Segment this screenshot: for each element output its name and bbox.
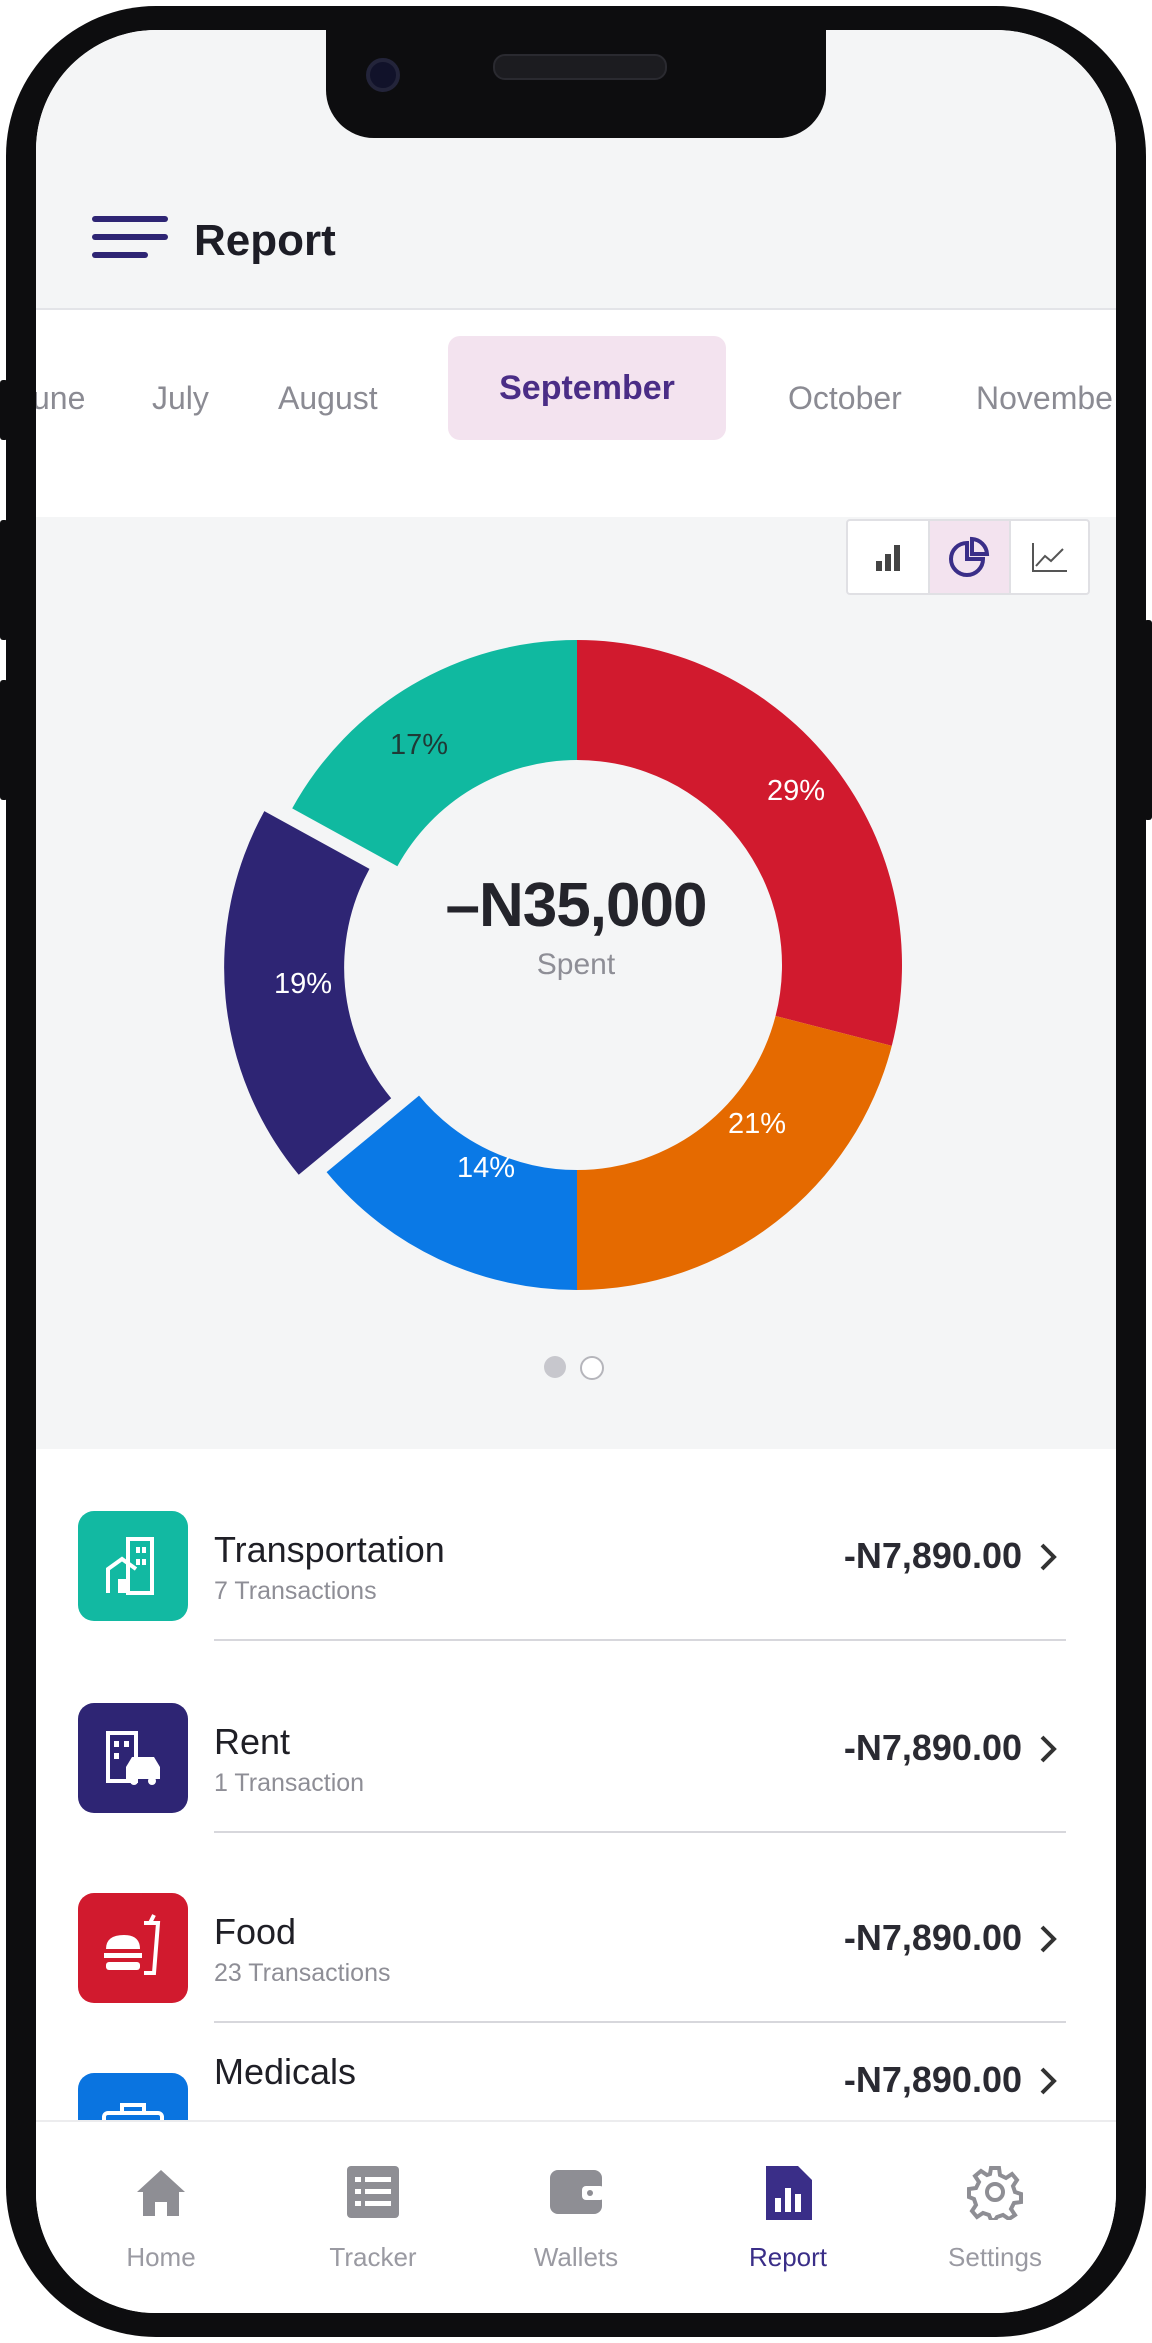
chevron-right-icon bbox=[1040, 1543, 1057, 1571]
nav-label: Report bbox=[748, 2242, 828, 2272]
slice-label-21: 21% bbox=[727, 1108, 787, 1140]
nav-label: Home bbox=[126, 2242, 196, 2272]
pie-chart-button[interactable] bbox=[928, 521, 1011, 593]
home-icon bbox=[137, 2170, 185, 2216]
building-icon bbox=[78, 1511, 188, 1621]
report-icon bbox=[766, 2166, 812, 2220]
phone-mockup: Report une July August September October… bbox=[0, 0, 1152, 2343]
nav-wallets[interactable]: Wallets bbox=[491, 2164, 661, 2284]
month-november[interactable]: Novembe bbox=[976, 380, 1113, 417]
month-june[interactable]: une bbox=[36, 380, 85, 417]
chart-type-toggle bbox=[846, 519, 1090, 595]
speaker-grille bbox=[493, 54, 667, 80]
total-spent-amount: –N35,000 bbox=[445, 871, 708, 940]
month-july[interactable]: July bbox=[152, 380, 209, 417]
category-amount: -N7,890.00 bbox=[843, 2059, 1022, 2100]
list-icon bbox=[347, 2166, 399, 2218]
camera-icon bbox=[366, 58, 400, 92]
page-title: Report bbox=[194, 216, 336, 265]
nav-report[interactable]: Report bbox=[703, 2164, 873, 2284]
month-october[interactable]: October bbox=[788, 380, 902, 417]
chevron-right-icon bbox=[1040, 2067, 1057, 2095]
nav-label: Tracker bbox=[329, 2242, 417, 2272]
month-august[interactable]: August bbox=[278, 380, 378, 417]
bar-chart-button[interactable] bbox=[848, 521, 927, 593]
food-icon bbox=[78, 1893, 188, 2003]
slice-label-14: 14% bbox=[456, 1152, 516, 1184]
phone-notch bbox=[326, 30, 826, 138]
category-amount: -N7,890.00 bbox=[843, 1535, 1022, 1576]
gear-icon bbox=[967, 2166, 1023, 2220]
list-item-transportation[interactable]: Transportation 7 Transactions -N7,890.00 bbox=[36, 1449, 1116, 1641]
transaction-count: 23 Transactions bbox=[214, 1959, 391, 1987]
city-car-icon bbox=[78, 1703, 188, 1813]
nav-tracker[interactable]: Tracker bbox=[288, 2164, 458, 2284]
list-item-food[interactable]: Food 23 Transactions -N7,890.00 bbox=[36, 1831, 1116, 2023]
transaction-count: 1 Transaction bbox=[214, 1769, 365, 1797]
month-september[interactable]: September bbox=[448, 336, 726, 440]
list-item-rent[interactable]: Rent 1 Transaction -N7,890.00 bbox=[36, 1641, 1116, 1833]
menu-icon[interactable] bbox=[92, 216, 168, 272]
slice-label-17: 17% bbox=[389, 729, 449, 761]
nav-home[interactable]: Home bbox=[76, 2164, 246, 2284]
category-name: Rent bbox=[214, 1721, 291, 1762]
transaction-count: 7 Transactions bbox=[214, 1577, 377, 1605]
app-screen: Report une July August September October… bbox=[36, 30, 1116, 2313]
bar-chart-icon bbox=[876, 545, 900, 571]
page-dot-active[interactable] bbox=[544, 1356, 566, 1378]
line-chart-icon bbox=[1032, 543, 1067, 572]
pie-chart-icon bbox=[949, 536, 990, 577]
nav-label: Wallets bbox=[533, 2242, 619, 2272]
category-name: Transportation bbox=[214, 1529, 445, 1570]
slice-label-29: 29% bbox=[766, 775, 826, 807]
page-dot[interactable] bbox=[580, 1356, 604, 1380]
total-spent-label: Spent bbox=[536, 948, 616, 981]
category-amount: -N7,890.00 bbox=[843, 1727, 1022, 1768]
chevron-right-icon bbox=[1040, 1735, 1057, 1763]
slice-label-19: 19% bbox=[273, 968, 333, 1000]
chevron-right-icon bbox=[1040, 1925, 1057, 1953]
nav-settings[interactable]: Settings bbox=[910, 2164, 1080, 2284]
line-chart-button[interactable] bbox=[1009, 521, 1088, 593]
category-amount: -N7,890.00 bbox=[843, 1917, 1022, 1958]
category-name: Medicals bbox=[214, 2051, 357, 2092]
wallet-icon bbox=[550, 2170, 604, 2214]
category-name: Food bbox=[214, 1911, 297, 1952]
nav-label: Settings bbox=[948, 2242, 1042, 2272]
